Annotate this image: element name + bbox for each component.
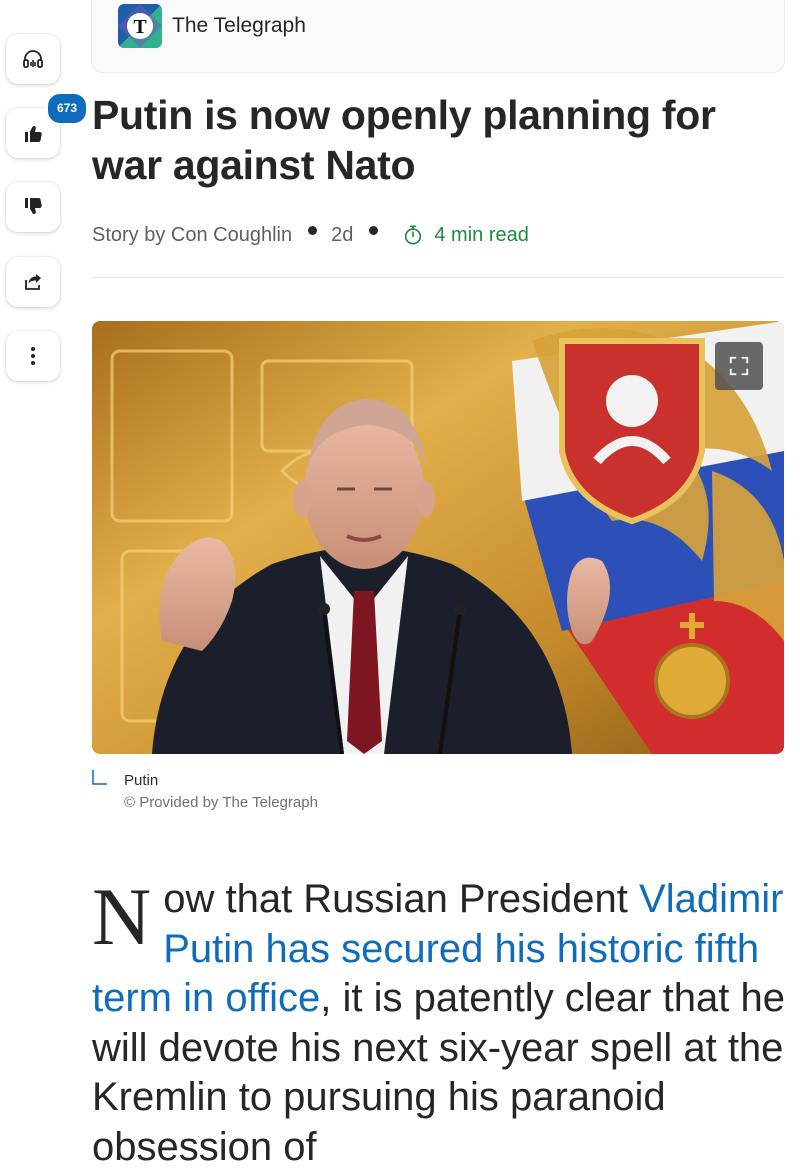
fullscreen-icon [729, 356, 749, 376]
hero-image[interactable] [92, 321, 784, 754]
share-button[interactable] [6, 257, 60, 307]
expand-image-button[interactable] [715, 342, 763, 390]
telegraph-logo: T [118, 4, 162, 48]
caption-corner-icon [92, 770, 107, 785]
article-age: 2d [331, 223, 354, 246]
svg-text:T: T [133, 16, 147, 38]
article-body: Now that Russian President Vladimir Puti… [92, 875, 792, 1172]
separator-dot [308, 225, 318, 235]
separator-dot [369, 225, 379, 235]
article-headline: Putin is now openly planning for war aga… [92, 92, 716, 188]
thumbs-up-icon [25, 125, 42, 143]
share-icon [25, 274, 41, 290]
byline: Story by Con Coughlin 2d 4 min read [92, 220, 529, 250]
author-byline[interactable]: Story by Con Coughlin [92, 224, 292, 247]
more-options-button[interactable] [6, 331, 60, 381]
like-count-badge: 673 [46, 92, 88, 125]
listen-button[interactable] [6, 34, 60, 84]
publisher-card[interactable]: T The Telegraph [91, 0, 785, 73]
drop-cap: N [92, 871, 152, 962]
headphones-icon [23, 50, 43, 68]
header-divider [92, 277, 784, 278]
read-time-label: 4 min read [434, 223, 529, 246]
putin-photo [92, 321, 784, 754]
more-vertical-icon [31, 347, 35, 365]
dislike-button[interactable] [6, 182, 60, 232]
read-time: 4 min read [402, 224, 529, 247]
stopwatch-icon [405, 225, 422, 245]
publisher-name[interactable]: The Telegraph [172, 14, 306, 38]
thumbs-down-icon [25, 197, 42, 215]
body-text-intro: ow that Russian President [163, 877, 640, 921]
image-credit: © Provided by The Telegraph [124, 794, 318, 811]
image-caption: Putin [124, 772, 159, 789]
